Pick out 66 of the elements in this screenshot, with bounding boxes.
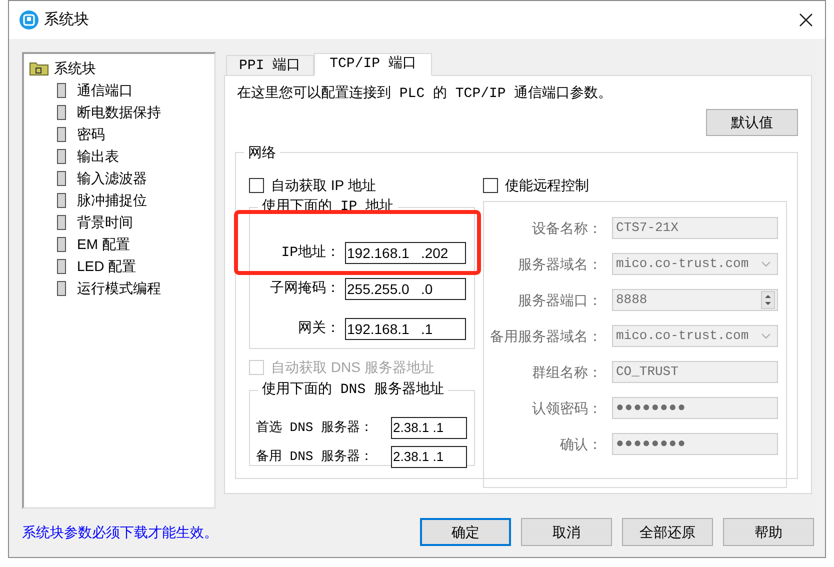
tree-item[interactable]: LED 配置 <box>77 256 136 276</box>
node-icon <box>57 280 66 296</box>
spin-box[interactable]: 8888 <box>612 289 778 311</box>
node-icon <box>57 258 66 274</box>
dns-field[interactable]: 2.38.1 .1 <box>391 417 467 439</box>
tree-item[interactable]: 背景时间 <box>77 212 133 232</box>
tree-item[interactable]: 系统块 <box>54 58 96 78</box>
description-text: 在这里您可以配置连接到 PLC 的 TCP/IP 通信端口参数。 <box>237 84 614 104</box>
field-label: 首选 DNS 服务器： <box>256 419 374 438</box>
field-label: 设备名称： <box>531 218 602 238</box>
node-icon <box>57 126 66 142</box>
spin-arrows-icon <box>761 291 775 309</box>
footer-note: 系统块参数必须下载才能生效。 <box>22 522 219 542</box>
tree-item[interactable]: EM 配置 <box>77 234 130 254</box>
tree-item[interactable]: 输入滤波器 <box>77 168 147 188</box>
field-label: 备用 DNS 服务器： <box>256 448 374 466</box>
checkbox[interactable] <box>483 178 498 192</box>
dialog-button[interactable]: 帮助 <box>723 518 814 546</box>
default-button[interactable]: 默认值 <box>706 109 798 136</box>
text-field[interactable]: CTS7-21X <box>612 217 778 239</box>
tree-item[interactable]: 脉冲捕捉位 <box>77 190 147 210</box>
ip-field[interactable]: 192.168.1 .202 <box>345 242 466 264</box>
field-label: 服务器域名： <box>517 254 602 274</box>
dns-field[interactable]: 2.38.1 .1 <box>391 446 467 468</box>
tree-item[interactable]: 输出表 <box>77 146 119 166</box>
tree-item[interactable]: 通信端口 <box>77 80 133 100</box>
ip-field[interactable]: 255.255.0 .0 <box>345 278 466 300</box>
group-title: 使用下面的 DNS 服务器地址 <box>261 380 446 400</box>
tree-item[interactable]: 断电数据保持 <box>77 102 161 122</box>
node-icon <box>57 236 66 252</box>
app-icon <box>19 10 39 30</box>
ip-field[interactable]: 192.168.1 .1 <box>345 318 466 340</box>
window-title: 系统块 <box>44 10 89 30</box>
node-icon <box>57 82 66 98</box>
tree-item[interactable]: 运行模式编程 <box>77 278 161 298</box>
node-icon <box>57 170 66 186</box>
node-icon <box>57 104 66 120</box>
combo-box[interactable]: mico.co-trust.com <box>612 325 778 347</box>
field-label: 子网掩码： <box>269 280 340 298</box>
field-label: 确认： <box>559 434 602 454</box>
password-field[interactable]: ●●●●●●●● <box>612 433 778 455</box>
combo-box[interactable]: mico.co-trust.com <box>612 253 778 275</box>
tree-item[interactable]: 密码 <box>77 124 105 144</box>
field-label: 认领密码： <box>531 398 602 418</box>
folder-icon <box>29 60 49 76</box>
text-field[interactable]: CO_TRUST <box>612 361 778 383</box>
node-icon <box>57 148 66 164</box>
node-icon <box>57 214 66 230</box>
checkbox-label: 使能远程控制 <box>505 176 589 194</box>
field-label: 群组名称： <box>531 362 602 382</box>
field-label: 备用服务器域名： <box>489 326 602 346</box>
tab[interactable]: PPI 端口 <box>226 55 314 76</box>
checkbox[interactable] <box>249 178 264 192</box>
field-label: 网关： <box>297 319 340 338</box>
field-label: 服务器端口： <box>517 290 602 310</box>
dialog-button[interactable]: 确定 <box>420 518 511 546</box>
checkbox-label: 自动获取 IP 地址 <box>271 176 376 194</box>
group-title: 网络 <box>247 143 277 162</box>
node-icon <box>57 192 66 208</box>
tab[interactable]: TCP/IP 端口 <box>314 53 432 76</box>
dialog-button[interactable]: 全部还原 <box>622 518 713 546</box>
close-icon[interactable] <box>799 13 813 27</box>
checkbox-label: 自动获取 DNS 服务器地址 <box>271 358 434 376</box>
dialog-button[interactable]: 取消 <box>521 518 612 546</box>
password-field[interactable]: ●●●●●●●● <box>612 397 778 419</box>
field-label: IP地址： <box>280 244 340 262</box>
